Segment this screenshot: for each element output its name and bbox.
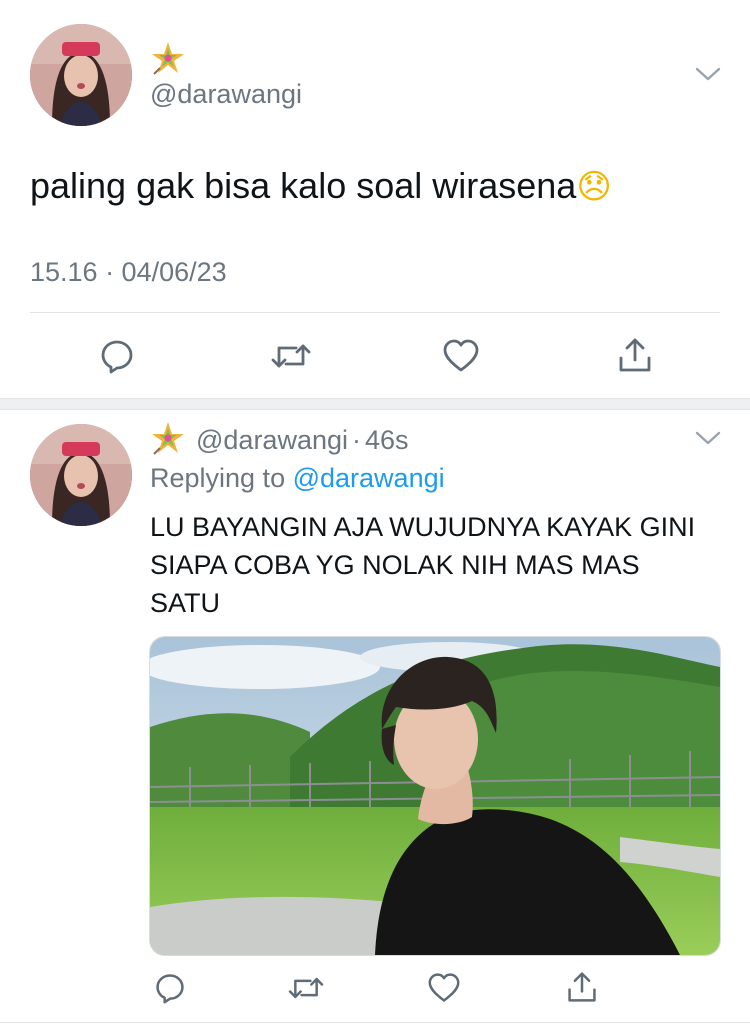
share-icon <box>619 338 651 372</box>
chevron-down-icon[interactable] <box>694 64 722 84</box>
heart-icon <box>428 973 460 1002</box>
replying-to-label: Replying to <box>150 463 286 493</box>
tweet-photo[interactable] <box>149 636 721 956</box>
tweet-text: paling gak bisa kalo soal wirasena😞 <box>30 164 612 209</box>
section-divider <box>0 398 750 410</box>
tweet-text-body: paling gak bisa kalo soal wirasena <box>30 165 577 206</box>
replying-to: Replying to @darawangi <box>150 462 445 494</box>
pinwheel-star-icon <box>150 40 186 76</box>
photo-image <box>150 637 720 955</box>
reply-icon <box>156 974 184 1004</box>
reply-avatar[interactable] <box>30 424 132 526</box>
author-handle[interactable]: @darawangi <box>150 78 302 110</box>
pinwheel-star-icon <box>150 420 186 456</box>
retweet-icon <box>271 344 311 368</box>
reply-button[interactable] <box>96 336 138 376</box>
reply-icon <box>101 340 133 374</box>
chevron-down-icon[interactable] <box>694 428 722 448</box>
disappointed-face-emoji: 😞 <box>576 167 612 207</box>
share-button[interactable] <box>564 968 600 1006</box>
retweet-icon <box>288 977 324 999</box>
retweet-button[interactable] <box>286 970 326 1006</box>
separator-dot: · <box>352 425 361 455</box>
tweet-timestamp[interactable]: 15.16 · 04/06/23 <box>30 256 227 288</box>
reply-button[interactable] <box>152 970 188 1006</box>
share-button[interactable] <box>614 334 656 376</box>
reply-time[interactable]: 46s <box>365 425 409 455</box>
share-icon <box>568 972 596 1002</box>
like-button[interactable] <box>426 970 462 1006</box>
divider <box>0 1022 750 1023</box>
heart-icon <box>443 339 479 372</box>
avatar[interactable] <box>30 24 132 126</box>
replying-to-handle[interactable]: @darawangi <box>293 463 445 493</box>
reply-text: LU BAYANGIN AJA WUJUDNYA KAYAK GINI SIAP… <box>150 512 696 618</box>
like-button[interactable] <box>440 336 482 376</box>
divider <box>30 312 720 313</box>
reply-header: @darawangi · 46s <box>196 424 409 456</box>
retweet-button[interactable] <box>268 336 314 376</box>
reply-author-handle[interactable]: @darawangi <box>196 425 348 455</box>
